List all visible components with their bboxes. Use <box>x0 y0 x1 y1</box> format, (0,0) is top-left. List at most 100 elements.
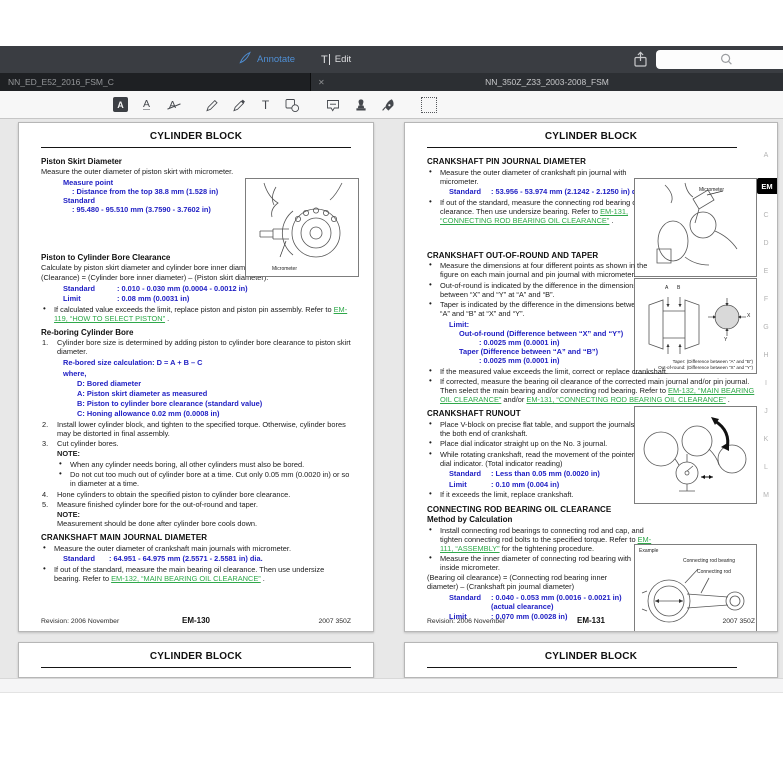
bullet-item: Place V-block on precise flat table, and… <box>427 420 652 438</box>
figure-piston-micrometer: Micrometer <box>245 178 359 277</box>
highlight-icon: A <box>113 97 128 112</box>
annotate-button[interactable]: Annotate <box>238 51 295 68</box>
note-tool[interactable] <box>324 96 341 113</box>
bullet-item: If calculated value exceeds the limit, r… <box>41 305 351 323</box>
bullet-text: and/or <box>501 395 526 404</box>
footer-revision: Revision: 2006 November <box>41 618 144 625</box>
text-tool[interactable]: T <box>257 96 274 113</box>
text-tool-icon: T <box>262 98 269 112</box>
calc-line: D: Bored diameter <box>77 379 351 388</box>
shapes-tool[interactable] <box>283 96 300 113</box>
page-title: CYLINDER BLOCK <box>19 131 373 142</box>
page-footer: Revision: 2006 November EM-131 2007 350Z <box>427 616 755 625</box>
footer-model: 2007 350Z <box>248 618 351 625</box>
calc-title: Re-bored size calculation: D = A + B – C <box>63 358 351 367</box>
section-heading: CONNECTING ROD BEARING OIL CLEARANCE <box>427 505 757 514</box>
figure-label: Connecting rod <box>697 569 731 575</box>
item-text: Measure finished cylinder bore for the o… <box>57 500 258 509</box>
page-title: CYLINDER BLOCK <box>19 651 373 662</box>
search-field[interactable] <box>656 50 783 69</box>
spec-row: Standard: 53.956 - 53.974 mm (2.1242 - 2… <box>449 187 661 196</box>
note-icon <box>325 97 341 113</box>
note-label: NOTE: <box>57 449 351 458</box>
spec-value: : 0.10 mm (0.004 in) <box>491 480 559 489</box>
figure-crankshaft-runout <box>634 406 757 504</box>
pdf-page-next-right[interactable]: CYLINDER BLOCK <box>404 642 778 678</box>
bullet-item: If out of the standard, measure the main… <box>41 565 351 583</box>
numbered-item: 1.Cylinder bore size is determined by ad… <box>41 338 351 356</box>
spec-label: Limit <box>449 480 491 489</box>
index-tab-d: D <box>760 240 772 247</box>
pdf-page-next-left[interactable]: CYLINDER BLOCK <box>18 642 374 678</box>
bullet-item: Measure the outer diameter of crankshaft… <box>427 168 652 186</box>
bullet-item: Taper is indicated by the difference in … <box>427 300 652 318</box>
pdf-page-em-131[interactable]: CYLINDER BLOCK CRANKSHAFT PIN JOURNAL DI… <box>404 122 778 632</box>
diagram-letter-x: X <box>747 313 750 319</box>
bullet-text: If calculated value exceeds the limit, r… <box>54 305 334 314</box>
spec-value: : 53.956 - 53.974 mm (2.1242 - 2.1250 in… <box>491 187 645 196</box>
item-text: Hone cylinders to obtain the specified p… <box>57 490 290 499</box>
item-text: Cut cylinder bores. <box>57 439 119 448</box>
search-input[interactable] <box>656 50 783 69</box>
tab-document-2[interactable]: ✕ NN_350Z_Z33_2003-2008_FSM <box>311 73 783 91</box>
index-tab-em-active: EM <box>757 178 777 194</box>
bullet-item: Measure the dimensions at four different… <box>427 261 652 279</box>
sketch-tool[interactable] <box>203 96 220 113</box>
section-heading: Piston Skirt Diameter <box>41 157 266 166</box>
bullet-item: If it exceeds the limit, replace cranksh… <box>427 490 652 499</box>
diagram-letter-b: B <box>677 285 680 291</box>
item-number: 3. <box>42 439 48 448</box>
underline-text-tool[interactable]: A <box>138 96 155 113</box>
stamp-tool[interactable] <box>352 96 369 113</box>
spec-value: : Less than 0.05 mm (0.0020 in) <box>491 469 600 478</box>
edit-label: Edit <box>335 54 351 65</box>
spec-value: : 0.08 mm (0.0031 in) <box>117 294 189 303</box>
pen-nib-icon <box>380 97 396 113</box>
figure-crankshaft-pin-micrometer: Micrometer <box>634 178 757 277</box>
footer-revision: Revision: 2006 November <box>427 618 536 625</box>
strikethrough-text-tool[interactable]: A <box>164 96 181 113</box>
numbered-item: 5. Measure finished cylinder bore for the… <box>41 500 351 509</box>
toolbar-mode-buttons: Annotate T Edit <box>238 46 351 73</box>
item-number: 1. <box>42 338 48 347</box>
diagram-letter-y: Y <box>724 337 727 343</box>
pdf-page-em-130[interactable]: CYLINDER BLOCK Piston Skirt Diameter Mea… <box>18 122 374 632</box>
signature-tool[interactable] <box>379 96 396 113</box>
spec-row: Standard: 64.951 - 64.975 mm (2.5571 - 2… <box>63 554 351 563</box>
body-text: Measure the outer diameter of piston ski… <box>41 167 266 176</box>
spec-value-line: : 0.040 - 0.053 mm (0.0016 - 0.0021 in) <box>491 593 622 602</box>
selection-tool[interactable] <box>420 96 437 113</box>
marker-tool[interactable] <box>230 96 247 113</box>
title-rule <box>41 667 351 668</box>
share-button[interactable] <box>631 50 650 69</box>
bullet-text: for the tightening procedure. <box>500 544 595 553</box>
selection-icon <box>421 97 437 113</box>
item-number: 4. <box>42 490 48 499</box>
note-label: NOTE: <box>57 510 351 519</box>
edit-button[interactable]: T Edit <box>321 54 351 66</box>
page-footer: Revision: 2006 November EM-130 2007 350Z <box>41 616 351 625</box>
page-title: CYLINDER BLOCK <box>405 131 777 142</box>
section-heading: Re-boring Cylinder Bore <box>41 328 351 337</box>
spec-value: : 0.040 - 0.053 mm (0.0016 - 0.0021 in)(… <box>491 593 622 611</box>
footer-page-number: EM-131 <box>536 616 645 625</box>
item-number: 5. <box>42 500 48 509</box>
calc-where: where, <box>63 369 351 378</box>
bullet-text: . <box>261 574 265 583</box>
figure-label: Micrometer <box>699 187 724 193</box>
numbered-item: 3. Cut cylinder bores. <box>41 439 351 448</box>
spec-row: Limit: 0.10 mm (0.004 in) <box>449 480 661 489</box>
figure-label: Micrometer <box>272 266 297 272</box>
link-em-131[interactable]: EM-131, “CONNECTING ROD BEARING OIL CLEA… <box>526 395 725 404</box>
document-canvas[interactable]: CYLINDER BLOCK Piston Skirt Diameter Mea… <box>0 119 783 678</box>
spec-row: Standard: 0.010 - 0.030 mm (0.0004 - 0.0… <box>63 284 351 293</box>
highlight-text-tool[interactable]: A <box>112 96 129 113</box>
item-text: Install lower cylinder block, and tighte… <box>57 420 346 438</box>
tab-bar: NN_ED_E52_2016_FSM_C ✕ NN_350Z_Z33_2003-… <box>0 73 783 91</box>
link-em-132[interactable]: EM-132, “MAIN BEARING OIL CLEARANCE” <box>111 574 261 583</box>
spec-value: : 64.951 - 64.975 mm (2.5571 - 2.5581 in… <box>109 554 263 563</box>
tab-close-icon[interactable]: ✕ <box>318 73 325 91</box>
index-tab-k: K <box>760 436 772 443</box>
tab-document-1[interactable]: NN_ED_E52_2016_FSM_C <box>0 73 311 91</box>
figure-label: Example <box>639 548 658 554</box>
